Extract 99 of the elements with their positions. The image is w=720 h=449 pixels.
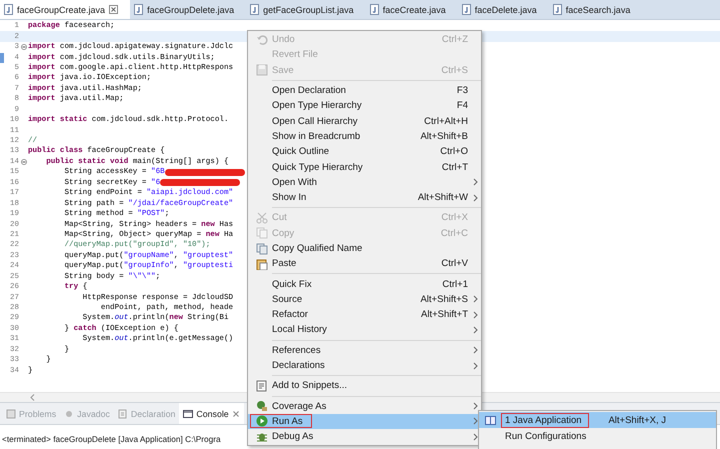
shortcut-text: Alt+Shift+W [418,192,468,204]
menu-item-label: Run Configurations [504,430,588,444]
menu-item-label: Quick Type Hierarchy [272,162,363,173]
console-output: <terminated> faceGroupDelete [Java Application] C:\Progra [2,434,221,444]
menu-item-label: Show In [272,192,306,204]
shortcut-text: Ctrl+V [441,258,468,270]
menu-item[interactable]: Open Call Hierarchy Ctrl+Alt+H [248,113,481,129]
menu-item[interactable]: Open Declaration F3 [248,82,481,98]
copy-icon [256,242,268,254]
shortcut-text: Ctrl+Z [442,34,468,46]
editor-tab[interactable]: faceDelete.java [458,0,549,19]
editor-tab[interactable]: faceSearch.java [548,0,642,19]
menu-item-label: Save [272,64,294,76]
menu-item-label: Quick Fix [272,278,312,290]
menu-item-label: Show in Breadcrumb [272,130,360,142]
shortcut-text: Ctrl+C [440,228,468,239]
shortcut-text: Ctrl+T [442,162,468,173]
menu-item[interactable]: Open With [248,174,481,190]
menu-item[interactable]: Show In Alt+Shift+W [248,190,481,206]
menu-item-label: Open Declaration [272,85,346,96]
java-file-icon [134,4,144,15]
menu-item-label: Paste [272,258,296,270]
menu-item-label: Run As [272,416,303,427]
menu-item-label: Add to Snippets... [272,380,347,392]
shortcut-text: Ctrl+S [441,64,468,76]
document-icon [256,380,268,392]
menu-item[interactable]: Copy Qualified Name [248,240,481,256]
window-icon [485,414,496,426]
shortcut-text: Alt+Shift+T [421,309,468,320]
shortcut-text: Ctrl+X [441,212,468,224]
menu-item-label: Open With [272,176,317,188]
menu-item-label: Open Type Hierarchy [272,100,362,112]
java-file-icon [370,4,379,15]
menu-item[interactable]: Run Configurations [479,428,716,444]
close-icon[interactable] [109,5,118,14]
problems-icon [6,408,16,418]
menu-item[interactable]: Quick Type Hierarchy Ctrl+T [248,159,481,175]
editor-tab[interactable]: faceGroupDelete.java [130,0,246,19]
menu-item-label: Declarations [272,360,325,372]
menu-item[interactable]: Declarations [248,358,481,374]
shortcut-text: F4 [456,100,468,112]
shortcut-text: Alt+Shift+B [420,130,468,142]
menu-item[interactable]: Quick Fix Ctrl+1 [248,276,481,292]
shortcut-text: F3 [456,85,468,96]
menu-item[interactable]: References [248,342,481,358]
run-icon [256,415,268,428]
menu-item-label: Coverage As [272,400,326,412]
console-icon [183,408,194,418]
menu-item[interactable]: Open Type Hierarchy F4 [248,98,481,114]
menu-item[interactable]: Run As [248,414,481,430]
scissors-icon [256,212,268,224]
menu-item-label: References [272,344,321,356]
menu-item[interactable]: Refactor Alt+Shift+T [248,307,481,322]
menu-item-label: Local History [272,324,327,336]
undo-icon [256,34,268,46]
document-icon [118,408,128,418]
panel-tab[interactable]: Console [179,403,244,424]
save-icon [256,64,268,76]
menu-item[interactable]: Add to Snippets... [248,378,481,394]
editor-tab[interactable]: faceGroupCreate.java [0,0,130,19]
scroll-left-icon[interactable] [30,394,35,401]
editor-tab[interactable]: getFaceGroupList.java [246,0,366,19]
menu-item-label: Source [272,294,302,305]
shortcut-text: Alt+Shift+S [420,294,468,305]
menu-item[interactable]: Quick Outline Ctrl+O [248,144,481,160]
menu-item-label: Cut [272,212,287,224]
shortcut-text: Ctrl+1 [442,278,468,290]
bug-icon [256,430,268,443]
menu-item-label: Debug As [272,431,314,442]
java-file-icon [4,4,13,15]
menu-item-label: Revert File [272,49,318,60]
java-file-icon [462,4,471,15]
java-file-icon [250,4,260,15]
menu-item[interactable]: Coverage As [248,398,481,414]
menu-item-label: Copy [272,228,294,239]
menu-item-label: Undo [272,34,295,46]
clipboard-icon [256,258,268,270]
collapse-icon[interactable] [20,44,26,50]
shortcut-text: Ctrl+O [440,146,468,158]
shortcut-text: Ctrl+Alt+H [424,116,468,127]
menu-item-label: 1 Java Application [501,412,589,428]
editor-tab[interactable]: faceCreate.java [366,0,458,19]
dot-icon [64,408,74,418]
menu-item-label: Open Call Hierarchy [272,116,358,127]
copy-icon [256,227,268,240]
menu-item[interactable]: Debug As [248,429,481,444]
menu-item-label: Copy Qualified Name [272,243,362,254]
collapse-icon[interactable] [20,158,26,165]
menu-item[interactable]: Source Alt+Shift+S [248,292,481,308]
close-icon[interactable] [232,410,240,418]
menu-item[interactable]: Local History [248,322,481,338]
shortcut-text: Alt+Shift+X, J [608,414,666,426]
menu-item-label: Refactor [272,309,308,320]
java-file-icon [552,4,562,15]
menu-item[interactable]: Paste Ctrl+V [248,256,481,272]
menu-item[interactable]: Show in Breadcrumb Alt+Shift+B [248,128,481,144]
coverage-icon [256,400,268,412]
menu-item-label: Quick Outline [272,146,330,158]
menu-item[interactable]: 1 Java Application Alt+Shift+X, J [479,412,716,428]
